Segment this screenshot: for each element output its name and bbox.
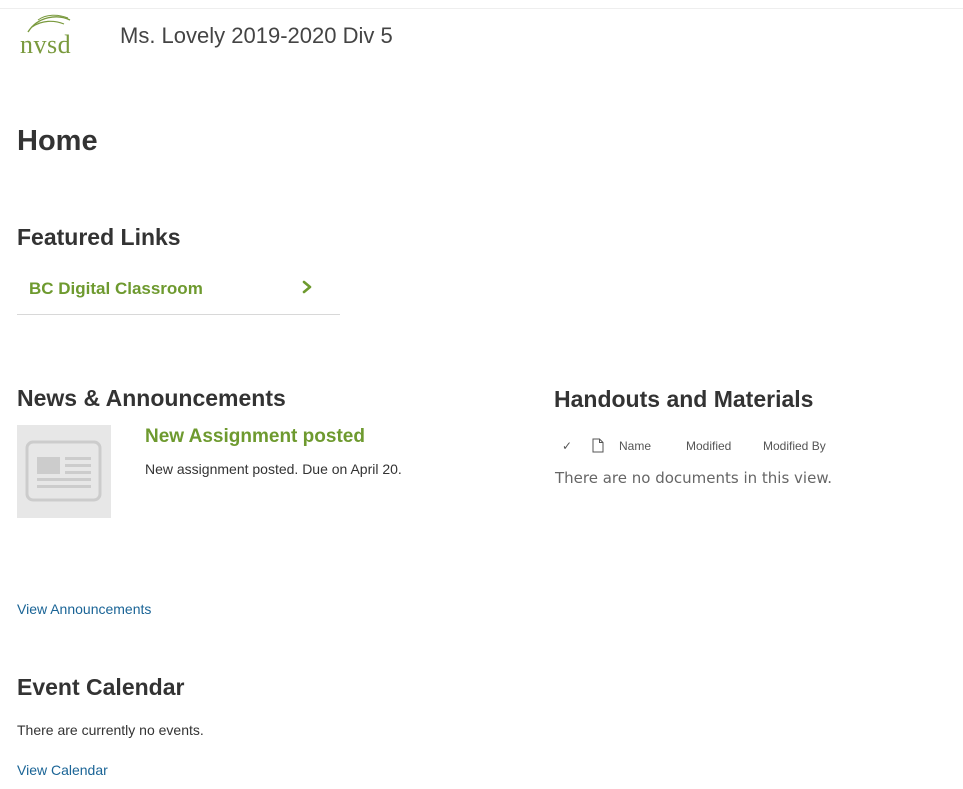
featured-link-label: BC Digital Classroom [29, 279, 203, 298]
view-announcements-link[interactable]: View Announcements [17, 601, 151, 617]
site-logo[interactable]: nvsd [18, 12, 88, 62]
handouts-heading: Handouts and Materials [554, 386, 814, 412]
news-thumbnail[interactable] [17, 425, 111, 518]
page-title: Home [17, 125, 98, 157]
top-bar [0, 0, 963, 9]
documents-empty-message: There are no documents in this view. [555, 469, 832, 487]
column-modified[interactable]: Modified [686, 439, 731, 453]
event-calendar-heading: Event Calendar [17, 674, 185, 700]
news-item-body: New assignment posted. Due on April 20. [145, 461, 402, 477]
column-modified-by[interactable]: Modified By [763, 439, 826, 453]
site-title[interactable]: Ms. Lovely 2019-2020 Div 5 [120, 23, 393, 49]
chevron-right-icon [302, 280, 312, 294]
news-article-icon [25, 440, 102, 502]
featured-links-heading: Featured Links [17, 224, 181, 250]
news-item-title[interactable]: New Assignment posted [145, 426, 365, 448]
select-all-checkmark[interactable]: ✓ [562, 439, 572, 453]
logo-text: nvsd [20, 30, 72, 59]
news-heading: News & Announcements [17, 385, 286, 411]
column-name[interactable]: Name [619, 439, 651, 453]
featured-link-bc-digital-classroom[interactable]: BC Digital Classroom [17, 272, 340, 315]
calendar-empty-message: There are currently no events. [17, 722, 204, 738]
document-icon [592, 438, 604, 453]
view-calendar-link[interactable]: View Calendar [17, 762, 108, 778]
